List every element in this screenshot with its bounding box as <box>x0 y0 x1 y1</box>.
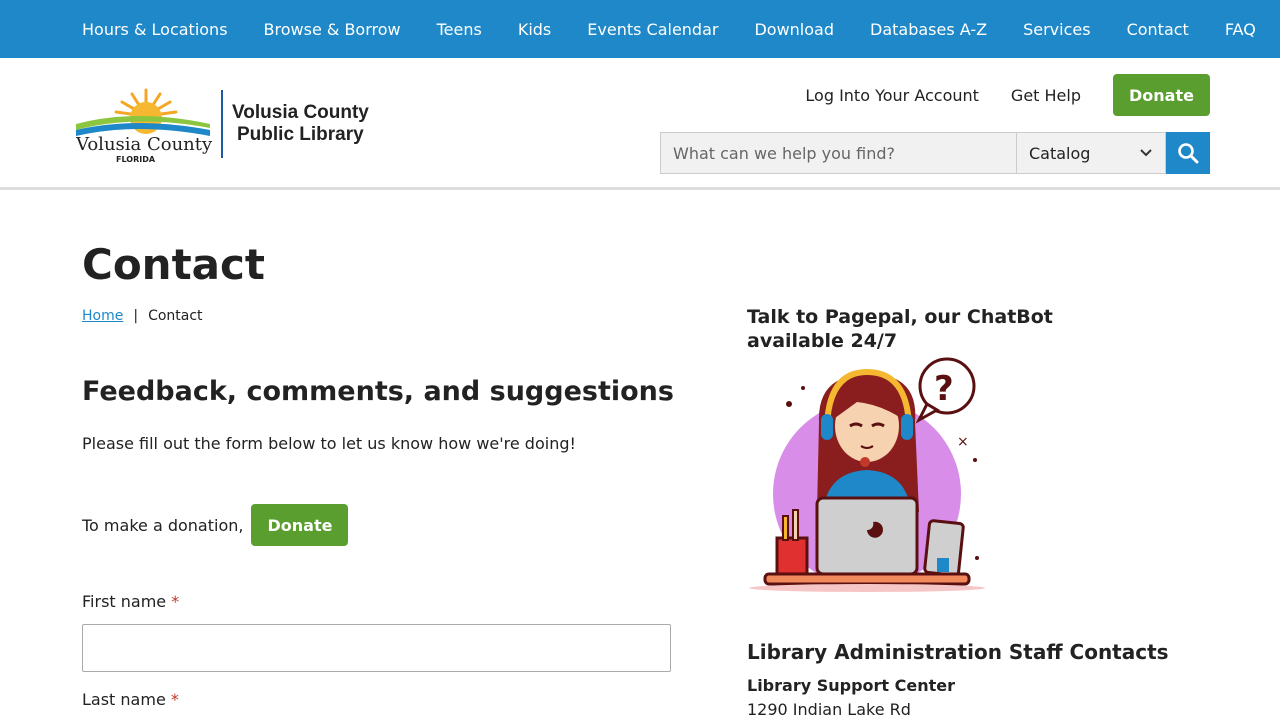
logo-library-line1: Volusia County <box>232 102 369 123</box>
logo-county-text: Volusia County <box>76 134 213 155</box>
search-scope-value: Catalog <box>1029 143 1091 163</box>
breadcrumb-current: Contact <box>148 308 203 324</box>
first-name-label: First name * <box>82 592 180 611</box>
search-button[interactable] <box>1166 132 1210 174</box>
support-center-address: 1290 Indian Lake Rd <box>747 700 911 719</box>
svg-text:×: × <box>957 434 969 450</box>
get-help-link[interactable]: Get Help <box>1011 86 1081 105</box>
top-navigation: Hours & Locations Browse & Borrow Teens … <box>0 0 1280 58</box>
nav-services[interactable]: Services <box>1023 20 1090 39</box>
first-name-field[interactable] <box>82 624 671 672</box>
required-mark: * <box>171 592 180 611</box>
last-name-label: Last name * <box>82 690 179 709</box>
feedback-heading: Feedback, comments, and suggestions <box>82 376 674 407</box>
logo-state-text: FLORIDA <box>116 155 156 164</box>
chatbot-title: Talk to Pagepal, our ChatBot available 2… <box>747 306 1053 352</box>
search-bar: Catalog <box>660 132 1210 174</box>
breadcrumb: Home | Contact <box>82 308 203 324</box>
nav-databases[interactable]: Databases A-Z <box>870 20 987 39</box>
nav-contact[interactable]: Contact <box>1127 20 1189 39</box>
breadcrumb-separator: | <box>133 308 139 324</box>
chevron-down-icon <box>1140 149 1152 157</box>
nav-browse-borrow[interactable]: Browse & Borrow <box>264 20 401 39</box>
form-donate-button[interactable]: Donate <box>251 504 349 546</box>
nav-faq[interactable]: FAQ <box>1225 20 1256 39</box>
nav-download[interactable]: Download <box>754 20 834 39</box>
nav-teens[interactable]: Teens <box>437 20 482 39</box>
search-input[interactable] <box>660 132 1016 174</box>
nav-events-calendar[interactable]: Events Calendar <box>587 20 718 39</box>
feedback-intro: Please fill out the form below to let us… <box>82 434 576 453</box>
search-icon <box>1178 143 1199 164</box>
nav-kids[interactable]: Kids <box>518 20 551 39</box>
search-scope-select[interactable]: Catalog <box>1016 132 1166 174</box>
header-donate-button[interactable]: Donate <box>1113 74 1210 116</box>
breadcrumb-home-link[interactable]: Home <box>82 308 123 324</box>
library-logo[interactable]: Volusia County FLORIDA Volusia County Pu… <box>76 84 376 164</box>
utility-links: Log Into Your Account Get Help Donate <box>805 74 1210 116</box>
support-center-title: Library Support Center <box>747 676 956 695</box>
staff-contacts-heading: Library Administration Staff Contacts <box>747 640 1169 664</box>
donation-text: To make a donation, <box>82 515 244 535</box>
required-mark: * <box>170 690 179 709</box>
donation-row: To make a donation, Donate <box>82 504 349 546</box>
svg-text:?: ? <box>934 369 954 409</box>
login-link[interactable]: Log Into Your Account <box>805 86 979 105</box>
nav-hours-locations[interactable]: Hours & Locations <box>82 20 228 39</box>
logo-library-line2: Public Library <box>237 124 364 145</box>
page-title: Contact <box>82 240 265 289</box>
site-header: Volusia County FLORIDA Volusia County Pu… <box>0 58 1280 190</box>
chatbot-illustration[interactable]: ? × <box>747 352 987 594</box>
